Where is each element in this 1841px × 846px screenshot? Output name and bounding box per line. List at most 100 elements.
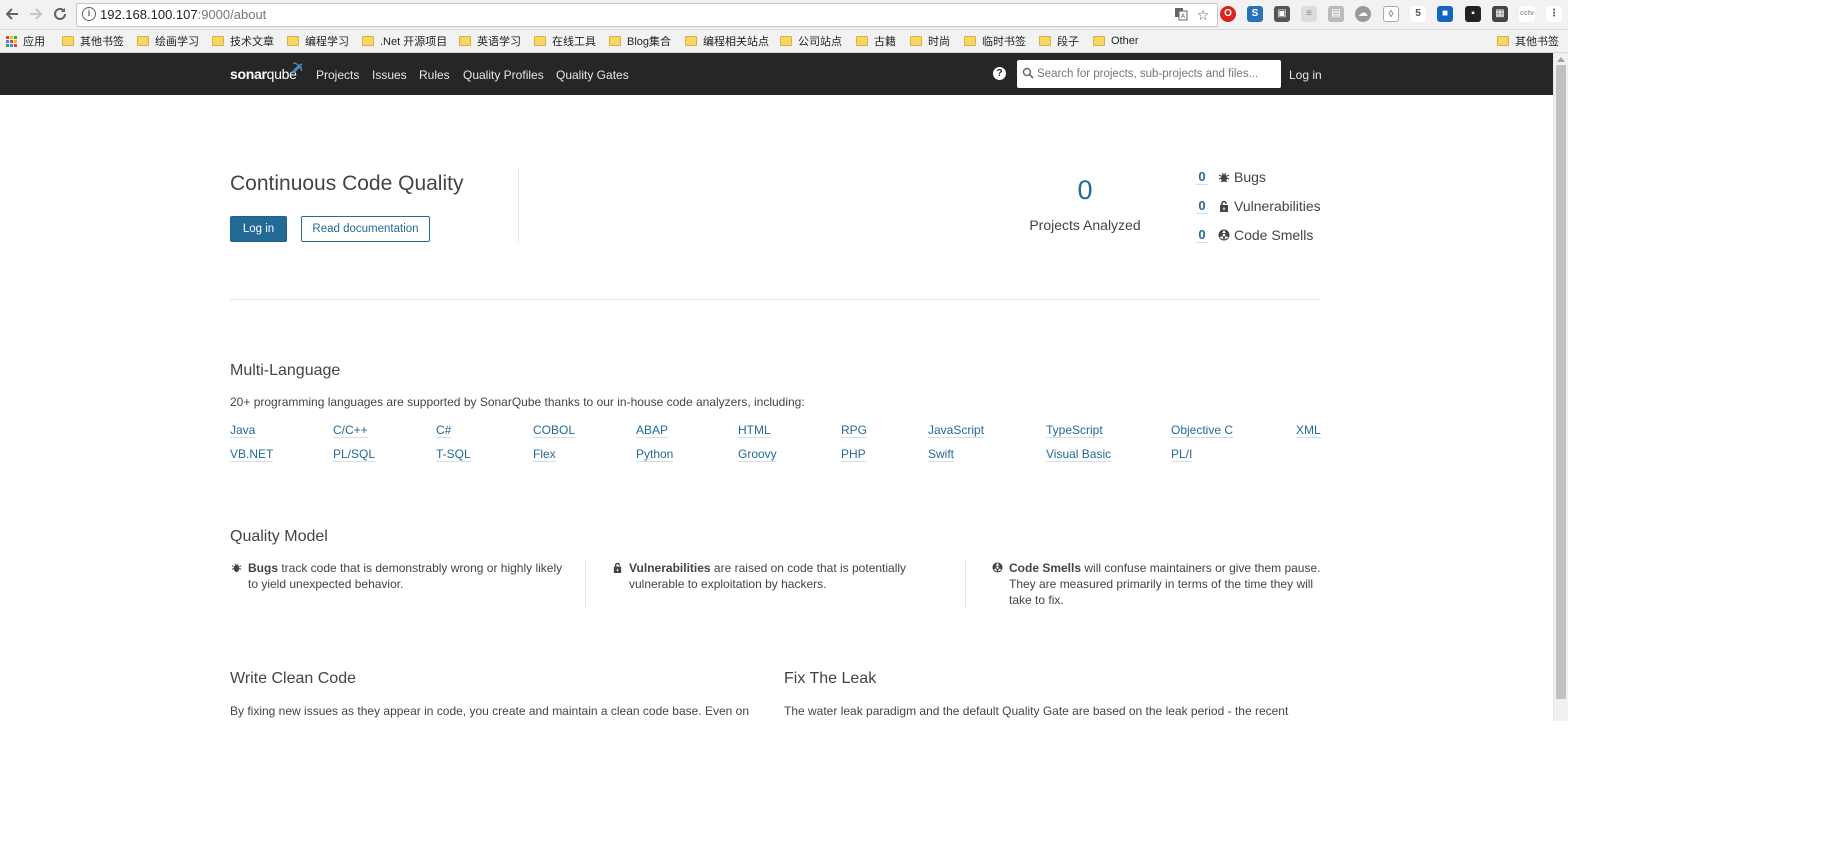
address-bar[interactable]: i 192.168.100.107:9000/about A ☆ [76,3,1218,27]
bookmark-star-icon[interactable]: ☆ [1195,7,1211,23]
read-documentation-button[interactable]: Read documentation [301,216,430,242]
language-link[interactable]: Java [230,423,256,438]
language-link[interactable]: Python [636,447,674,462]
extension-cctv-icon[interactable]: cctv [1519,6,1535,22]
stat-code-smells: 0 Code Smells [1196,225,1313,245]
scrollbar-thumb[interactable] [1556,65,1566,699]
nav-quality-profiles[interactable]: Quality Profiles [463,68,544,82]
bookmark-folder[interactable]: 古籍 [856,33,896,49]
language-link[interactable]: PHP [841,447,866,462]
folder-icon [1093,36,1105,46]
extension-cloud-icon[interactable]: ☁ [1355,6,1371,22]
folder-icon [856,36,868,46]
bookmark-folder[interactable]: 段子 [1039,33,1079,49]
folder-icon [62,36,74,46]
bookmark-folder[interactable]: 在线工具 [534,33,596,49]
bookmark-folder-other[interactable]: 其他书签 [1497,33,1559,49]
bookmark-folder[interactable]: 技术文章 [212,33,274,49]
bookmark-folder[interactable]: 临时书签 [964,33,1026,49]
bugs-count[interactable]: 0 [1196,169,1208,185]
scroll-up-icon[interactable] [1557,57,1565,62]
nav-projects[interactable]: Projects [316,68,359,82]
sonarqube-logo[interactable]: sonarqube [230,62,303,82]
folder-icon [780,36,792,46]
extension-bag-icon[interactable]: ▪ [1465,6,1481,22]
nav-rules[interactable]: Rules [419,68,450,82]
bookmark-label: 在线工具 [552,36,596,48]
bookmark-label: 技术文章 [230,36,274,48]
projects-analyzed-count[interactable]: 0 [1030,175,1140,206]
language-link[interactable]: JavaScript [928,423,985,438]
bookmark-apps[interactable]: 应用 [6,33,45,49]
bookmark-folder[interactable]: 绘画学习 [137,33,199,49]
opera-extension-icon[interactable]: O [1220,6,1236,22]
language-link[interactable]: PL/I [1171,447,1193,462]
language-link[interactable]: VB.NET [230,447,274,462]
site-info-icon[interactable]: i [82,7,96,21]
extension-doc-icon[interactable]: ≡ [1301,6,1317,22]
reload-icon[interactable] [50,4,70,24]
stat-bugs: 0 Bugs [1196,167,1266,187]
language-link[interactable]: HTML [738,423,771,438]
extension-5-icon[interactable]: 5 [1410,6,1426,22]
back-icon[interactable] [2,4,22,24]
folder-icon [685,36,697,46]
nav-issues[interactable]: Issues [372,68,407,82]
language-link[interactable]: Flex [533,447,556,462]
nav-quality-gates[interactable]: Quality Gates [556,68,629,82]
language-link[interactable]: Groovy [738,447,777,462]
folder-icon [459,36,471,46]
bookmark-folder[interactable]: Blog集合 [609,33,671,49]
language-link[interactable]: C/C++ [333,423,368,438]
global-search[interactable] [1017,60,1281,88]
vulnerabilities-count[interactable]: 0 [1196,198,1208,214]
extension-square-icon[interactable]: ▣ [1274,6,1290,22]
bookmark-folder[interactable]: Other [1093,33,1139,49]
url-text[interactable]: 192.168.100.107:9000/about [100,7,266,22]
bookmark-label: Other [1111,35,1139,47]
code-smells-label: Code Smells [1234,227,1314,243]
menu-icon[interactable]: ⋮ [1546,6,1562,22]
bookmark-folder[interactable]: 英语学习 [459,33,521,49]
forward-icon[interactable] [26,4,46,24]
bookmark-label: .Net 开源项目 [380,36,448,48]
bug-icon [1218,172,1230,183]
language-link[interactable]: RPG [841,423,868,438]
bookmark-folder[interactable]: 公司站点 [780,33,842,49]
language-link[interactable]: Visual Basic [1046,447,1112,462]
language-link[interactable]: XML [1296,423,1321,438]
extension-image-icon[interactable]: ▤ [1328,6,1344,22]
bookmark-label: 应用 [23,36,45,48]
extension-shield-icon[interactable]: ◊ [1383,6,1399,22]
translate-icon[interactable]: A [1173,7,1189,23]
url-path: :9000/about [197,7,267,22]
language-link[interactable]: TypeScript [1046,423,1103,438]
language-link[interactable]: ABAP [636,423,669,438]
language-link[interactable]: Swift [928,447,955,462]
help-icon[interactable]: ? [993,67,1006,80]
bookmark-label: 其他书签 [1515,36,1559,48]
folder-icon [534,36,546,46]
extension-grid-icon[interactable]: ▦ [1492,6,1508,22]
login-button[interactable]: Log in [230,216,287,242]
bookmark-folder[interactable]: 其他书签 [62,33,124,49]
language-link[interactable]: COBOL [533,423,576,438]
extension-flag-icon[interactable]: ■ [1437,6,1453,22]
language-link[interactable]: T-SQL [436,447,471,462]
nav-login-link[interactable]: Log in [1289,68,1322,82]
bookmark-folder[interactable]: 编程相关站点 [685,33,769,49]
folder-icon [910,36,922,46]
language-link[interactable]: Objective C [1171,423,1234,438]
bookmark-folder[interactable]: .Net 开源项目 [362,33,447,49]
extension-s-icon[interactable]: S [1247,6,1263,22]
bookmark-folder[interactable]: 时尚 [910,33,950,49]
quality-model-vulnerabilities: Vulnerabilities are raised on code that … [612,560,942,592]
search-input[interactable] [1037,64,1275,84]
language-link[interactable]: C# [436,423,452,438]
language-link[interactable]: PL/SQL [333,447,376,462]
bookmark-folder[interactable]: 编程学习 [287,33,349,49]
bugs-label: Bugs [1234,169,1266,185]
section-divider [230,299,1321,300]
code-smells-count[interactable]: 0 [1196,227,1208,243]
page-scrollbar[interactable] [1553,53,1568,721]
